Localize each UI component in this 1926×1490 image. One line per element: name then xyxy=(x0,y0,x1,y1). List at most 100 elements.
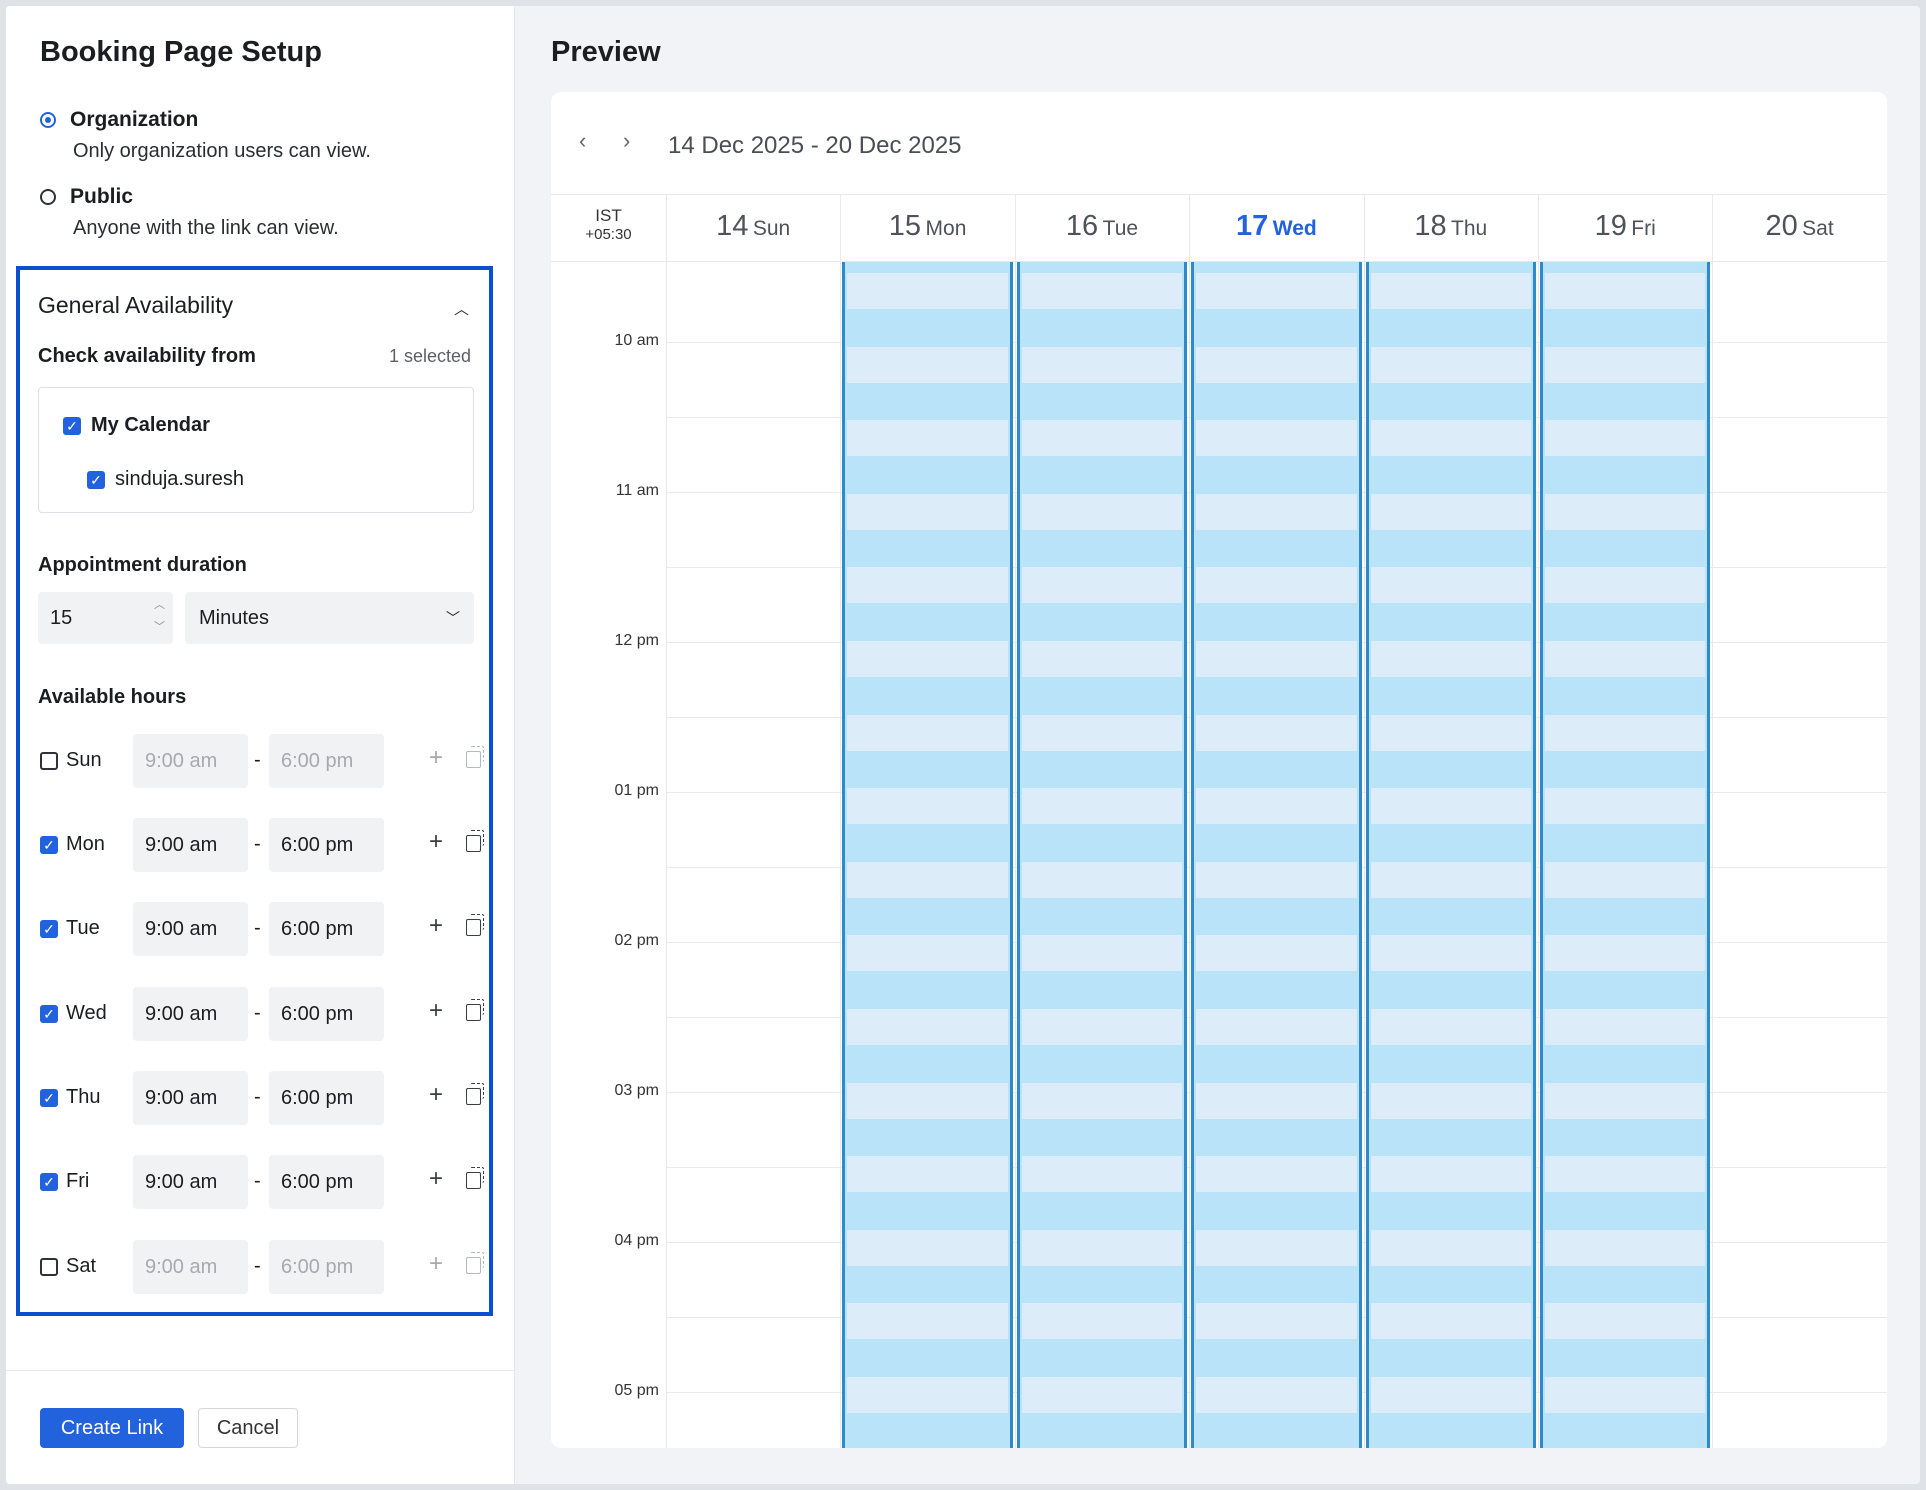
time-slot[interactable] xyxy=(1370,1009,1531,1045)
available-block[interactable] xyxy=(1191,262,1362,1448)
copy-icon[interactable] xyxy=(466,1083,484,1105)
time-slot[interactable] xyxy=(1545,567,1706,604)
copy-icon[interactable] xyxy=(466,999,484,1021)
start-time-field[interactable]: 9:00 am xyxy=(133,1071,248,1125)
time-slot[interactable] xyxy=(1545,788,1706,825)
time-slot[interactable] xyxy=(1545,346,1706,383)
time-slot[interactable] xyxy=(1021,1009,1183,1045)
end-time-field[interactable]: 6:00 pm xyxy=(269,1155,384,1209)
time-slot[interactable] xyxy=(1196,935,1357,972)
time-slot[interactable] xyxy=(1545,1156,1706,1193)
time-slot[interactable] xyxy=(847,788,1008,825)
add-slot-icon[interactable]: + xyxy=(429,1165,443,1193)
day-checkbox[interactable]: ✓ xyxy=(40,1173,58,1191)
time-slot[interactable] xyxy=(1370,273,1531,309)
time-slot[interactable] xyxy=(1196,567,1357,604)
day-checkbox[interactable]: ✓ xyxy=(40,836,58,854)
time-slot[interactable] xyxy=(847,420,1008,457)
time-slot[interactable] xyxy=(1196,1156,1357,1193)
end-time-field[interactable]: 6:00 pm xyxy=(269,1240,384,1294)
start-time-field[interactable]: 9:00 am xyxy=(133,902,248,956)
time-slot[interactable] xyxy=(1370,1229,1531,1266)
time-slot[interactable] xyxy=(1370,420,1531,457)
time-slot[interactable] xyxy=(1545,1009,1706,1045)
time-slot[interactable] xyxy=(1196,1229,1357,1266)
day-checkbox[interactable] xyxy=(40,752,58,770)
start-time-field[interactable]: 9:00 am xyxy=(133,1155,248,1209)
end-time-field[interactable]: 6:00 pm xyxy=(269,734,384,788)
time-slot[interactable] xyxy=(847,346,1008,383)
day-checkbox[interactable]: ✓ xyxy=(40,1089,58,1107)
duration-unit-select[interactable]: Minutes ﹀ xyxy=(185,592,474,644)
radio-public-indicator[interactable] xyxy=(40,189,56,205)
copy-icon[interactable] xyxy=(466,914,484,936)
time-slot[interactable] xyxy=(847,273,1008,309)
time-slot[interactable] xyxy=(1370,641,1531,677)
time-slot[interactable] xyxy=(1545,420,1706,457)
start-time-field[interactable]: 9:00 am xyxy=(133,818,248,872)
decrement-icon[interactable]: ﹀ xyxy=(154,622,165,633)
calendar-account-item[interactable]: ✓ sinduja.suresh xyxy=(87,468,244,491)
add-slot-icon[interactable]: + xyxy=(429,828,443,856)
time-slot[interactable] xyxy=(1196,714,1357,751)
time-slot[interactable] xyxy=(847,1082,1008,1119)
time-slot[interactable] xyxy=(847,567,1008,604)
end-time-field[interactable]: 6:00 pm xyxy=(269,1071,384,1125)
time-slot[interactable] xyxy=(1370,346,1531,383)
checkbox-account[interactable]: ✓ xyxy=(87,470,105,489)
time-slot[interactable] xyxy=(1021,714,1183,751)
next-week-icon[interactable]: › xyxy=(623,128,630,154)
copy-icon[interactable] xyxy=(466,746,484,768)
end-time-field[interactable]: 6:00 pm xyxy=(269,818,384,872)
time-slot[interactable] xyxy=(1545,1377,1706,1413)
time-slot[interactable] xyxy=(847,493,1008,530)
time-slot[interactable] xyxy=(1370,1156,1531,1193)
time-slot[interactable] xyxy=(1021,1377,1183,1413)
time-slot[interactable] xyxy=(1545,935,1706,972)
time-slot[interactable] xyxy=(1196,641,1357,677)
available-block[interactable] xyxy=(1365,262,1536,1448)
time-slot[interactable] xyxy=(1196,273,1357,309)
radio-public[interactable]: Public xyxy=(40,185,133,209)
time-slot[interactable] xyxy=(1196,1377,1357,1413)
end-time-field[interactable]: 6:00 pm xyxy=(269,987,384,1041)
calendar-group-my-calendar[interactable]: ✓ My Calendar xyxy=(63,414,210,437)
time-slot[interactable] xyxy=(1545,493,1706,530)
time-slot[interactable] xyxy=(1021,346,1183,383)
add-slot-icon[interactable]: + xyxy=(429,1250,443,1278)
copy-icon[interactable] xyxy=(466,1252,484,1274)
time-slot[interactable] xyxy=(1021,861,1183,898)
time-slot[interactable] xyxy=(1021,641,1183,677)
time-slot[interactable] xyxy=(847,1156,1008,1193)
add-slot-icon[interactable]: + xyxy=(429,997,443,1025)
add-slot-icon[interactable]: + xyxy=(429,744,443,772)
create-link-button[interactable]: Create Link xyxy=(40,1408,184,1448)
time-slot[interactable] xyxy=(847,1229,1008,1266)
time-slot[interactable] xyxy=(1196,1082,1357,1119)
time-slot[interactable] xyxy=(1021,273,1183,309)
time-slot[interactable] xyxy=(1021,493,1183,530)
time-slot[interactable] xyxy=(1196,788,1357,825)
time-slot[interactable] xyxy=(1021,1082,1183,1119)
day-checkbox[interactable]: ✓ xyxy=(40,1005,58,1023)
time-slot[interactable] xyxy=(1196,861,1357,898)
time-slot[interactable] xyxy=(1370,788,1531,825)
checkbox-my-calendar[interactable]: ✓ xyxy=(63,416,81,435)
time-slot[interactable] xyxy=(1545,1229,1706,1266)
available-block[interactable] xyxy=(1540,262,1711,1448)
copy-icon[interactable] xyxy=(466,830,484,852)
time-slot[interactable] xyxy=(1021,1303,1183,1340)
available-block[interactable] xyxy=(1016,262,1188,1448)
day-checkbox[interactable] xyxy=(40,1258,58,1276)
increment-icon[interactable]: ︿ xyxy=(154,600,165,611)
time-slot[interactable] xyxy=(1545,1082,1706,1119)
radio-organization[interactable]: Organization xyxy=(40,108,198,132)
time-slot[interactable] xyxy=(1196,420,1357,457)
time-slot[interactable] xyxy=(1370,714,1531,751)
time-slot[interactable] xyxy=(1370,1303,1531,1340)
time-slot[interactable] xyxy=(847,1303,1008,1340)
time-slot[interactable] xyxy=(1021,788,1183,825)
time-slot[interactable] xyxy=(847,935,1008,972)
time-slot[interactable] xyxy=(1545,273,1706,309)
start-time-field[interactable]: 9:00 am xyxy=(133,987,248,1041)
